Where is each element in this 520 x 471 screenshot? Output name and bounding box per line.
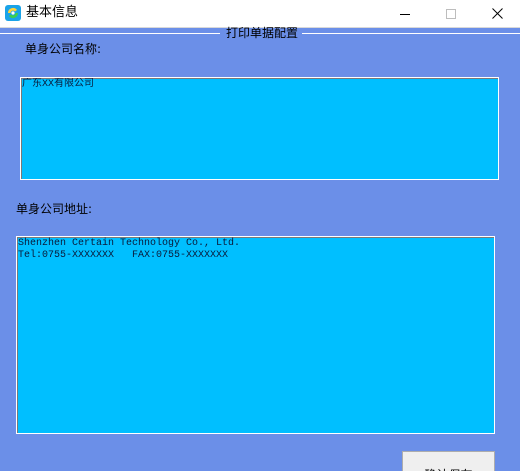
app-icon <box>5 5 21 21</box>
close-icon <box>491 8 503 19</box>
company-address-field[interactable]: Shenzhen Certain Technology Co., Ltd. Te… <box>16 236 495 434</box>
maximize-button[interactable] <box>428 0 474 27</box>
window-title: 基本信息 <box>26 5 79 20</box>
title-bar[interactable]: 基本信息 <box>0 0 520 28</box>
minimize-icon <box>400 9 410 19</box>
group-title: 打印单据配置 <box>226 26 299 40</box>
basic-info-window: 基本信息 打印单据配置 单身公司名称: 广东XX有限公司 单身公司地址: She… <box>0 0 520 471</box>
company-address-label: 单身公司地址: <box>16 202 93 216</box>
minimize-button[interactable] <box>382 0 428 27</box>
maximize-icon <box>446 8 456 19</box>
close-button[interactable] <box>474 0 520 27</box>
company-name-field[interactable]: 广东XX有限公司 <box>20 77 499 180</box>
confirm-save-button[interactable]: 确认保存 <box>402 451 495 471</box>
company-name-label: 单身公司名称: <box>25 42 102 56</box>
